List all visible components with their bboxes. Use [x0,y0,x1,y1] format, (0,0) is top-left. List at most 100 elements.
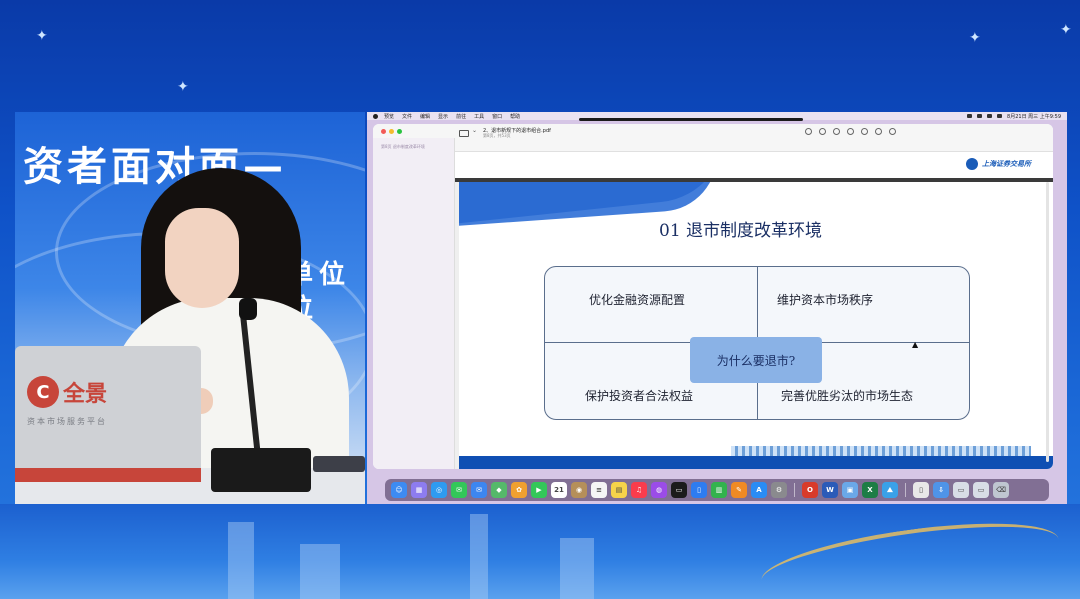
calendar-icon[interactable]: 21 [551,482,567,498]
search-icon[interactable] [889,128,896,135]
trash-icon[interactable]: ⌫ [993,482,1009,498]
numbers-icon[interactable]: ▥ [711,482,727,498]
dock-separator [905,483,906,497]
presenter-face [165,208,239,308]
finder-icon[interactable]: ☺ [391,482,407,498]
settings-icon[interactable]: ⚙ [771,482,787,498]
window-controls [381,129,402,134]
mac-dock: ☺ ▦ ◎ ✉ ✉ ◆ ✿ ▶ 21 ◉ ≡ ▤ ♫ ◍ ▭ ▯ ▥ ✎ A ⚙ O W ▣ X ⛰ ▯ ⇩ ▭ ▭ ⌫ [385,479,1049,501]
office-icon[interactable]: O [802,482,818,498]
minimize-icon[interactable] [389,129,394,134]
downloads-icon[interactable]: ⇩ [933,482,949,498]
usb-hub [313,456,365,472]
reason-bottom-right: 完善优胜劣汰的市场生态 [781,389,914,403]
reason-top-right: 维护资本市场秩序 [777,293,874,307]
markup-icon[interactable] [861,128,868,135]
close-icon[interactable] [381,129,386,134]
slide-content: 01 退市制度改革环境 优化金融资源配置 维护资本市场秩序 保护投资者合法权益 … [459,182,1053,469]
pdf-page: 上海证券交易所 01 退市制度改革环境 优化金融资源配置 维护资本市场秩序 保护… [455,152,1053,469]
tower-silhouette [560,538,594,599]
file-icon[interactable]: ▯ [913,482,929,498]
menubar-status-area: 8月21日 周三 上午9:59 [967,112,1061,120]
document-page-count: 第8页，共53页 [483,133,511,138]
launchpad-icon[interactable]: ▦ [411,482,427,498]
thumbnail-sidebar: 第8页 退市制度改革环境 [373,138,455,469]
maps-icon[interactable]: ◆ [491,482,507,498]
reason-top-left: 优化金融资源配置 [589,293,686,307]
contacts-icon[interactable]: ◉ [571,482,587,498]
zoom-out-icon[interactable] [819,128,826,135]
sse-logo-text: 上海证券交易所 [982,160,1031,168]
quanjing-logo-icon: C [27,376,59,408]
zoom-in-icon[interactable] [833,128,840,135]
camera-feed: 资者面对面— 导单位 单位 办 C 全景 资本市场服务平台 [15,112,365,504]
menu-item-app[interactable]: 预览 [384,113,394,120]
tv-icon[interactable]: ▭ [671,482,687,498]
podcasts-icon[interactable]: ◍ [651,482,667,498]
info-icon[interactable] [805,128,812,135]
sparkle-icon: ✦ [36,28,48,44]
microphone-icon [239,298,257,320]
word-icon[interactable]: W [822,482,838,498]
recording-progress-bar [579,118,803,121]
shared-screen: 预览 文件 编辑 显示 前往 工具 窗口 帮助 8月21日 周三 上午9:59 … [367,112,1067,504]
previous-page-strip: 上海证券交易所 [455,152,1053,178]
notes-icon[interactable]: ▤ [611,482,627,498]
laptop-tagline: 资本市场服务平台 [27,417,107,426]
microphone-base [211,448,311,492]
sse-emblem-icon [966,158,978,170]
viewer-tools [805,128,896,135]
battery-icon[interactable] [967,114,973,118]
folder-icon[interactable]: ▭ [973,482,989,498]
search-icon[interactable] [987,114,993,118]
laptop-logo: C 全景 [27,376,107,408]
menu-item-window[interactable]: 窗口 [492,113,502,120]
excel-icon[interactable]: X [862,482,878,498]
menubar-clock[interactable]: 8月21日 周三 上午9:59 [1007,113,1061,120]
thumbnail-label[interactable]: 第8页 退市制度改革环境 [381,144,425,150]
control-center-icon[interactable] [997,114,1003,118]
page-scrollbar[interactable] [1046,182,1049,462]
menu-item-file[interactable]: 文件 [402,113,412,120]
tower-silhouette [228,522,254,599]
wifi-icon[interactable] [977,114,983,118]
dock-separator [794,483,795,497]
pages-icon[interactable]: ✎ [731,482,747,498]
pdf-viewer-window: ⌄ 2、退市新规下的退市组合.pdf 第8页，共53页 第8页 退市制度改革环境… [373,124,1053,469]
slide-title: 01 退市制度改革环境 [659,221,823,241]
fullscreen-icon[interactable] [397,129,402,134]
messages-icon[interactable]: ✉ [451,482,467,498]
rotate-icon[interactable] [875,128,882,135]
tower-silhouette [300,544,340,599]
facetime-icon[interactable]: ▶ [531,482,547,498]
sparkle-icon: ✦ [969,30,981,46]
menu-item-edit[interactable]: 编辑 [420,113,430,120]
mail-icon[interactable]: ✉ [471,482,487,498]
folder-icon[interactable]: ▭ [953,482,969,498]
keynote-icon[interactable]: ▯ [691,482,707,498]
menu-item-help[interactable]: 帮助 [510,113,520,120]
mouse-cursor-icon: ▲ [912,340,919,349]
drive-icon[interactable]: ⛰ [882,482,898,498]
photos-icon[interactable]: ✿ [511,482,527,498]
appstore-icon[interactable]: A [751,482,767,498]
preview-icon[interactable]: ▣ [842,482,858,498]
slide-footer-band [459,456,1053,469]
sidebar-toggle-icon[interactable] [459,130,469,137]
menu-item-view[interactable]: 显示 [438,113,448,120]
reason-bottom-left: 保护投资者合法权益 [585,389,694,403]
reminders-icon[interactable]: ≡ [591,482,607,498]
sparkle-icon: ✦ [1060,22,1072,38]
laptop-logo-text: 全景 [63,382,108,407]
share-icon[interactable] [847,128,854,135]
menu-item-go[interactable]: 前往 [456,113,466,120]
sse-logo: 上海证券交易所 [966,158,1031,170]
laptop: C 全景 资本市场服务平台 [15,346,201,482]
menu-item-tools[interactable]: 工具 [474,113,484,120]
viewer-toolbar: ⌄ 2、退市新规下的退市组合.pdf 第8页，共53页 [373,124,1053,152]
sparkle-icon: ✦ [177,79,189,95]
music-icon[interactable]: ♫ [631,482,647,498]
safari-icon[interactable]: ◎ [431,482,447,498]
chevron-down-icon[interactable]: ⌄ [472,127,477,134]
apple-icon[interactable] [373,113,378,119]
